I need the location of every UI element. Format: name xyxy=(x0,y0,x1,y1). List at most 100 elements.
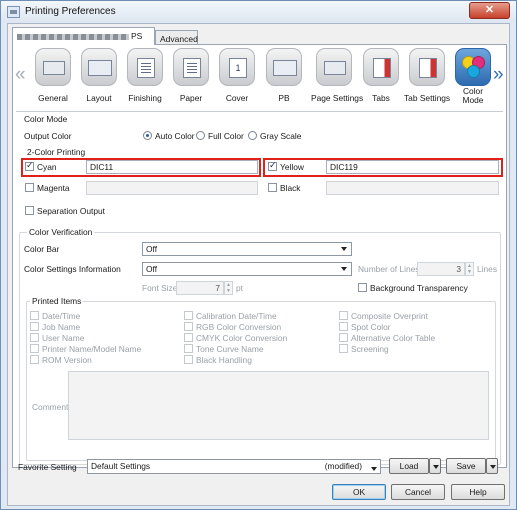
radio-full-color-label[interactable]: Full Color xyxy=(208,131,244,141)
yellow-color-field[interactable]: DIC119 xyxy=(326,160,499,174)
cmyk-color-conversion-label: CMYK Color Conversion xyxy=(196,333,288,343)
magenta-color-field xyxy=(86,181,258,195)
cancel-button[interactable]: Cancel xyxy=(391,484,445,500)
separation-output-checkbox[interactable] xyxy=(25,206,34,215)
number-of-lines-label: Number of Lines xyxy=(358,264,420,274)
font-size-label: Font Size xyxy=(142,283,178,293)
screening-checkbox[interactable] xyxy=(339,344,348,353)
comment-label: Comment xyxy=(32,402,69,412)
background-transparency-checkbox[interactable] xyxy=(358,283,367,292)
toolbar-paper[interactable]: Paper xyxy=(168,48,214,103)
printed-items-heading: Printed Items xyxy=(30,296,84,306)
font-size-unit: pt xyxy=(236,283,243,293)
screening-label: Screening xyxy=(351,344,389,354)
rgb-color-conversion-checkbox[interactable] xyxy=(184,322,193,331)
tabs-icon xyxy=(363,48,399,86)
font-size-field: 7 xyxy=(176,281,224,295)
help-button[interactable]: Help xyxy=(451,484,505,500)
color-bar-select[interactable]: Off xyxy=(142,242,352,256)
general-icon xyxy=(35,48,71,86)
printer-model-name-checkbox[interactable] xyxy=(30,344,39,353)
favorite-setting-select[interactable]: Default Settings (modified) xyxy=(87,459,381,474)
magenta-checkbox[interactable] xyxy=(25,183,34,192)
layout-icon xyxy=(81,48,117,86)
paper-icon xyxy=(173,48,209,86)
toolbar-pb[interactable]: PB xyxy=(261,48,307,103)
close-button[interactable]: ✕ xyxy=(469,2,510,19)
tone-curve-name-checkbox[interactable] xyxy=(184,344,193,353)
cmyk-color-conversion-checkbox[interactable] xyxy=(184,333,193,342)
radio-auto-color-label[interactable]: Auto Color xyxy=(155,131,195,141)
calibration-date-time-checkbox[interactable] xyxy=(184,311,193,320)
font-size-spinner: ▲ ▼ xyxy=(224,281,233,295)
black-handling-checkbox[interactable] xyxy=(184,355,193,364)
toolbar-finishing-label: Finishing xyxy=(128,93,162,103)
user-name-checkbox[interactable] xyxy=(30,333,39,342)
tab-printer-ps-label: PS xyxy=(131,31,143,41)
cyan-color-field[interactable]: DIC11 xyxy=(86,160,258,174)
output-color-label: Output Color xyxy=(24,131,72,141)
save-button[interactable]: Save xyxy=(446,458,486,474)
rgb-color-conversion-label: RGB Color Conversion xyxy=(196,322,282,332)
radio-full-color[interactable] xyxy=(196,131,205,140)
black-color-field xyxy=(326,181,499,195)
yellow-checkbox[interactable] xyxy=(268,160,277,171)
toolbar-layout-label: Layout xyxy=(86,93,112,103)
favorite-dropdown-icon xyxy=(368,461,378,473)
black-checkbox[interactable] xyxy=(268,183,277,192)
function-toolbar: « General Layout Finishing Paper 1 Cover… xyxy=(13,45,506,109)
toolbar-color-mode-label: Color Mode xyxy=(450,87,496,105)
comment-field xyxy=(68,371,489,440)
toolbar-layout[interactable]: Layout xyxy=(76,48,122,103)
scroll-right-icon[interactable]: » xyxy=(493,65,504,84)
cover-glyph: 1 xyxy=(229,58,247,78)
rom-version-label: ROM Version xyxy=(42,355,92,365)
tone-curve-name-label: Tone Curve Name xyxy=(196,344,264,354)
number-of-lines-field: 3 xyxy=(417,262,465,276)
toolbar-finishing[interactable]: Finishing xyxy=(122,48,168,103)
composite-overprint-label: Composite Overprint xyxy=(351,311,428,321)
load-menu-icon[interactable] xyxy=(429,458,441,474)
tab-printer-ps[interactable]: PS xyxy=(12,27,155,45)
color-settings-info-label: Color Settings Information xyxy=(24,264,121,274)
blurred-printer-name xyxy=(17,33,129,40)
rom-version-checkbox[interactable] xyxy=(30,355,39,364)
toolbar-general[interactable]: General xyxy=(30,48,76,103)
dialog-client: PS Advanced « General Layout Finishing P… xyxy=(7,23,510,506)
tab-panel: « General Layout Finishing Paper 1 Cover… xyxy=(12,44,507,468)
color-bar-label: Color Bar xyxy=(24,244,60,254)
cyan-checkbox[interactable] xyxy=(25,160,34,171)
date-time-checkbox[interactable] xyxy=(30,311,39,320)
radio-gray-scale[interactable] xyxy=(248,131,257,140)
separation-output-label: Separation Output xyxy=(37,206,105,216)
toolbar-cover[interactable]: 1 Cover xyxy=(214,48,260,103)
spot-color-checkbox[interactable] xyxy=(339,322,348,331)
user-name-label: User Name xyxy=(42,333,85,343)
pb-icon xyxy=(266,48,302,86)
toolbar-general-label: General xyxy=(38,93,68,103)
calibration-date-time-label: Calibration Date/Time xyxy=(196,311,277,321)
composite-overprint-checkbox[interactable] xyxy=(339,311,348,320)
black-label: Black xyxy=(280,183,301,193)
title-bar[interactable]: Printing Preferences ✕ xyxy=(1,1,516,23)
alternative-color-table-label: Alternative Color Table xyxy=(351,333,436,343)
ok-button[interactable]: OK xyxy=(332,484,386,500)
load-button[interactable]: Load xyxy=(389,458,429,474)
color-settings-info-select[interactable]: Off xyxy=(142,262,352,276)
color-mode-label-line2: Mode xyxy=(462,95,484,105)
number-of-lines-spinner: ▲ ▼ xyxy=(465,262,474,276)
toolbar-tabs[interactable]: Tabs xyxy=(358,48,404,103)
printing-preferences-window: Printing Preferences ✕ PS Advanced « Gen… xyxy=(0,0,517,510)
scroll-left-icon[interactable]: « xyxy=(15,65,26,84)
toolbar-color-mode[interactable]: Color Mode xyxy=(450,48,496,105)
job-name-checkbox[interactable] xyxy=(30,322,39,331)
alternative-color-table-checkbox[interactable] xyxy=(339,333,348,342)
toolbar-tab-settings-label: Tab Settings xyxy=(404,93,451,103)
toolbar-page-settings[interactable]: Page Settings xyxy=(311,48,363,103)
toolbar-tab-settings[interactable]: Tab Settings xyxy=(404,48,450,103)
radio-auto-color[interactable] xyxy=(143,131,152,140)
radio-gray-scale-label[interactable]: Gray Scale xyxy=(260,131,301,141)
black-handling-label: Black Handling xyxy=(196,355,252,365)
save-menu-icon[interactable] xyxy=(486,458,498,474)
job-name-label: Job Name xyxy=(42,322,81,332)
